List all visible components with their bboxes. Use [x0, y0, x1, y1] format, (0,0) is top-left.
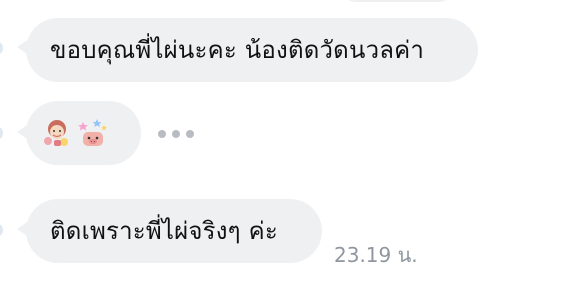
message-text-2: ติดเพราะพี่ไผ่จริงๆ ค่ะ	[50, 217, 278, 245]
typing-dot-3	[186, 130, 194, 138]
message-text-1: ขอบคุณพี่ไผ่นะคะ น้องติดวัดนวลค่า	[50, 36, 425, 64]
typing-dot-2	[172, 130, 180, 138]
avatar-edge-2	[0, 127, 3, 139]
previous-message-bubble-edge	[340, 0, 455, 2]
sticker-girl-sweets-icon	[44, 120, 68, 146]
avatar-edge-3	[0, 224, 3, 236]
sticker-bubble[interactable]	[26, 101, 141, 165]
typing-indicator	[158, 130, 194, 138]
chat-thread: ขอบคุณพี่ไผ่นะคะ น้องติดวัดนวลค่า ติดเพร…	[0, 0, 566, 288]
avatar-edge-1	[0, 42, 3, 54]
message-timestamp: 23.19 น.	[334, 243, 418, 267]
typing-dot-1	[158, 130, 166, 138]
message-bubble-1[interactable]: ขอบคุณพี่ไผ่นะคะ น้องติดวัดนวลค่า	[26, 18, 478, 82]
sticker-pig-stars-icon	[78, 119, 107, 146]
message-bubble-2[interactable]: ติดเพราะพี่ไผ่จริงๆ ค่ะ	[26, 199, 322, 263]
